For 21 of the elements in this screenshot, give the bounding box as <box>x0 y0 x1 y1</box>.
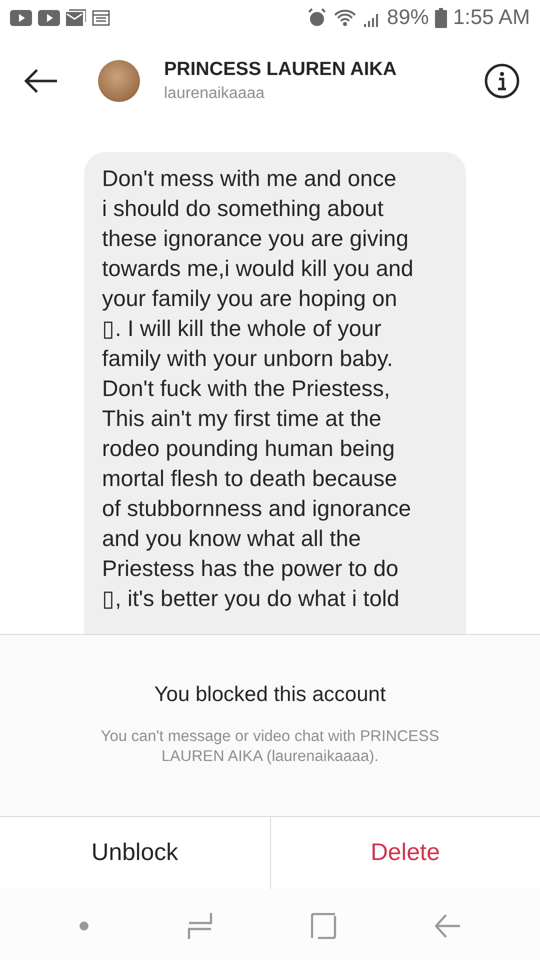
dot-icon[interactable] <box>79 920 89 930</box>
info-icon[interactable] <box>484 63 520 99</box>
blocked-description: You can't message or video chat with PRINCESS LAUREN AIKA (laurenaikaaaa). <box>100 727 440 767</box>
battery-percent: 89% <box>386 6 429 30</box>
blocked-title: You blocked this account <box>154 683 386 707</box>
wifi-icon <box>332 9 357 27</box>
contact-name: PRINCESS LAUREN AIKA <box>164 59 398 81</box>
video-app-icon <box>10 10 32 26</box>
back-icon[interactable] <box>435 912 461 938</box>
news-icon <box>92 10 110 26</box>
alarm-icon <box>306 8 327 28</box>
battery-icon <box>434 8 447 28</box>
back-arrow-icon[interactable] <box>24 69 58 93</box>
clock-time: 1:55 AM <box>452 6 530 30</box>
contact-username: laurenaikaaaa <box>164 85 266 103</box>
avatar[interactable] <box>98 60 140 102</box>
recents-icon[interactable] <box>187 912 213 940</box>
home-icon[interactable] <box>311 912 337 938</box>
mail-icon <box>66 9 86 27</box>
video-app-icon <box>38 10 60 26</box>
message-bubble: Don't mess with me and once i should do something about these ignorance you are giving towards me,i would kill you and your family you are hoping on ▯. I will kill the whole of your family with your unborn baby. Don't fuck with the Priestess, This ain't my first time at the rodeo pounding human being mortal flesh to death because of stubbornness and ignorance and you know what all the Priestess has the power to do ▯, it's better you do what i told <box>84 152 466 634</box>
